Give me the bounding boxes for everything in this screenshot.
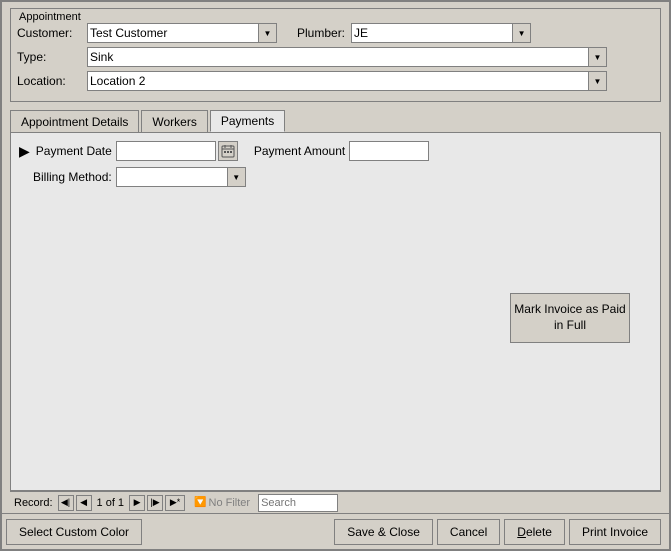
tab-payments[interactable]: Payments — [210, 110, 285, 132]
cancel-button[interactable]: Cancel — [437, 519, 500, 545]
type-input[interactable] — [87, 47, 589, 67]
plumber-combo[interactable]: ▼ — [351, 23, 531, 43]
nav-new-btn[interactable]: ▶* — [165, 495, 185, 511]
record-counter: 1 of 1 — [97, 497, 125, 509]
location-combo[interactable]: ▼ — [87, 71, 607, 91]
location-label: Location: — [17, 74, 87, 88]
plumber-label: Plumber: — [297, 26, 345, 40]
filter-icon: 🔽 — [194, 497, 206, 508]
delete-rest: elete — [526, 525, 552, 539]
mark-invoice-button[interactable]: Mark Invoice as Paid in Full — [510, 293, 630, 343]
save-close-button[interactable]: Save & Close — [334, 519, 433, 545]
plumber-dropdown-btn[interactable]: ▼ — [513, 23, 531, 43]
search-input[interactable] — [258, 494, 338, 512]
location-row: Location: ▼ — [17, 71, 654, 91]
customer-label: Customer: — [17, 26, 87, 40]
nav-first-btn[interactable]: ◀| — [58, 495, 74, 511]
type-row: Type: ▼ — [17, 47, 654, 67]
type-dropdown-btn[interactable]: ▼ — [589, 47, 607, 67]
payment-amount-label: Payment Amount — [254, 144, 345, 158]
calendar-btn[interactable] — [218, 141, 238, 161]
delete-underline-d: D — [517, 525, 526, 539]
main-window: Appointment Customer: ▼ Plumber: ▼ Type:… — [0, 0, 671, 551]
record-nav: Record: ◀| ◀ 1 of 1 ▶ |▶ ▶* 🔽 No Filter — [10, 491, 661, 513]
billing-combo[interactable]: ▼ — [116, 167, 246, 187]
nav-last-btn[interactable]: |▶ — [147, 495, 163, 511]
delete-button[interactable]: Delete — [504, 519, 565, 545]
fieldset-legend: Appointment — [17, 11, 654, 23]
bottom-bar: Select Custom Color Save & Close Cancel … — [2, 513, 669, 549]
billing-method-label: Billing Method: — [33, 170, 112, 184]
tab-workers[interactable]: Workers — [141, 110, 207, 132]
nav-prev-btn[interactable]: ◀ — [76, 495, 92, 511]
print-invoice-button[interactable]: Print Invoice — [569, 519, 661, 545]
customer-input[interactable] — [87, 23, 259, 43]
billing-dropdown-btn[interactable]: ▼ — [228, 167, 246, 187]
customer-row: Customer: ▼ Plumber: ▼ — [17, 23, 654, 43]
payment-date-label: Payment Date — [36, 144, 112, 158]
plumber-input[interactable] — [351, 23, 513, 43]
payment-amount-input[interactable] — [349, 141, 429, 161]
filter-section: 🔽 No Filter — [194, 494, 338, 512]
type-label: Type: — [17, 50, 87, 64]
appointment-fieldset: Appointment Customer: ▼ Plumber: ▼ Type:… — [10, 8, 661, 102]
plumber-section: Plumber: ▼ — [297, 23, 531, 43]
type-combo[interactable]: ▼ — [87, 47, 607, 67]
tab-appointment-details[interactable]: Appointment Details — [10, 110, 139, 132]
billing-method-row: Billing Method: ▼ — [19, 167, 652, 187]
tabs-bar: Appointment Details Workers Payments — [10, 110, 661, 132]
billing-method-input[interactable] — [116, 167, 228, 187]
select-custom-color-button[interactable]: Select Custom Color — [6, 519, 142, 545]
nav-next-btn[interactable]: ▶ — [129, 495, 145, 511]
customer-dropdown-btn[interactable]: ▼ — [259, 23, 277, 43]
customer-combo[interactable]: ▼ — [87, 23, 277, 43]
tab-content-payments: ▶ Payment Date Payment Amount Billing Me… — [10, 132, 661, 491]
location-input[interactable] — [87, 71, 589, 91]
record-nav-label: Record: — [14, 497, 53, 509]
calendar-icon — [221, 144, 235, 158]
record-pointer-icon: ▶ — [19, 143, 30, 160]
payment-date-input[interactable] — [116, 141, 216, 161]
payment-date-row: ▶ Payment Date Payment Amount — [19, 141, 652, 161]
no-filter-text: No Filter — [209, 497, 251, 509]
location-dropdown-btn[interactable]: ▼ — [589, 71, 607, 91]
